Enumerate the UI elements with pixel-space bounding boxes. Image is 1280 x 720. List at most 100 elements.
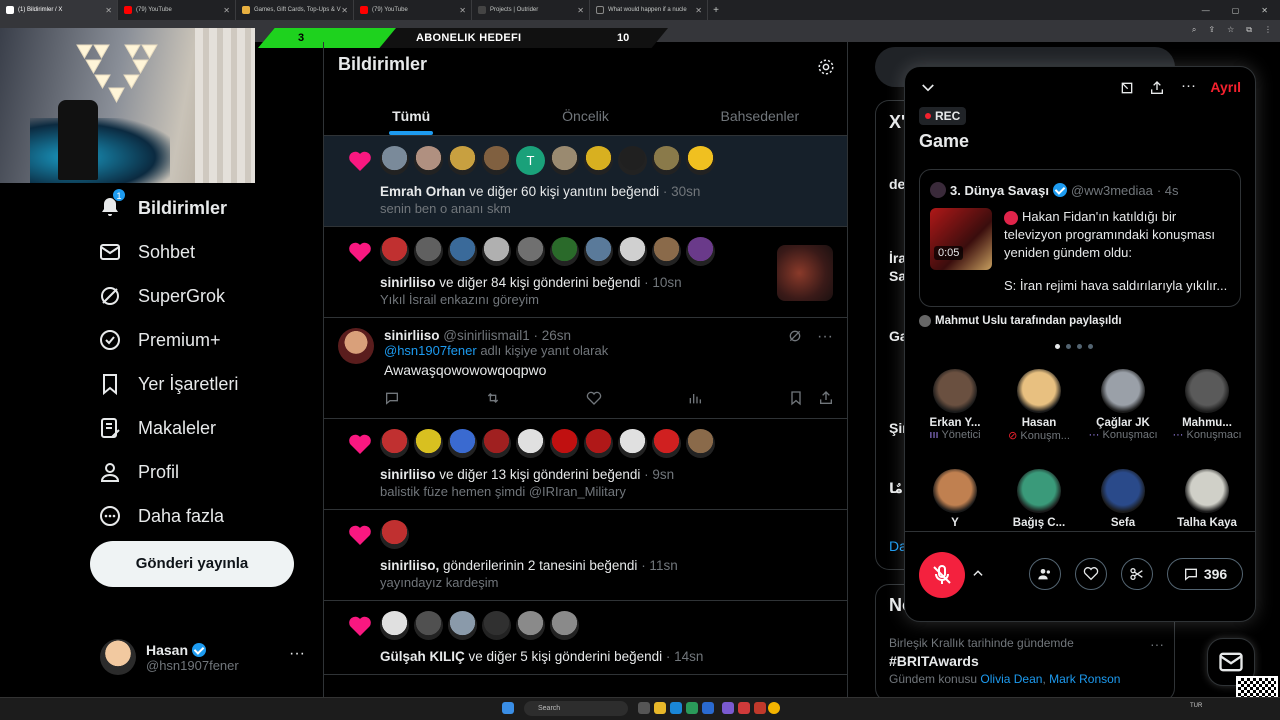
liker-avatar[interactable] [482, 611, 511, 640]
chrome-icon[interactable] [768, 702, 780, 714]
liker-avatar[interactable] [618, 237, 647, 266]
tab-mentions[interactable]: Bahsedenler [673, 96, 847, 135]
react-button[interactable] [1075, 558, 1107, 590]
notification-item[interactable]: sinirliiso, gönderilerinin 2 tanesini be… [324, 510, 847, 601]
retweet-icon[interactable] [485, 390, 501, 406]
nav-item-premium[interactable]: Premium+ [98, 318, 318, 362]
mail-app-icon[interactable] [702, 702, 714, 714]
liker-avatar[interactable] [584, 429, 613, 458]
notification-item[interactable]: sinirliiso ve diğer 84 kişi gönderini be… [324, 227, 847, 318]
liker-avatar[interactable] [448, 237, 477, 266]
browser-tab[interactable]: (79) YouTube ✕ [354, 0, 472, 20]
nav-item-articles[interactable]: Makaleler [98, 406, 318, 450]
liker-avatar[interactable] [448, 429, 477, 458]
liker-avatar[interactable] [414, 611, 443, 640]
tab-priority[interactable]: Öncelik [498, 96, 672, 135]
speaker[interactable]: Hasan ⊘ Konuşm... [997, 365, 1081, 459]
more-options-icon[interactable]: ··· [289, 645, 305, 663]
share-icon[interactable]: ⇪ [1208, 25, 1215, 35]
nav-item-notifications[interactable]: Bildirimler [98, 186, 318, 230]
liker-avatar[interactable] [380, 146, 409, 175]
new-tab-button[interactable]: + [708, 5, 724, 16]
nav-item-chat[interactable]: Sohbet [98, 230, 318, 274]
share-icon[interactable] [1149, 80, 1165, 96]
liker-avatar[interactable]: T [516, 146, 545, 175]
edge-icon[interactable] [670, 702, 682, 714]
nav-item-more[interactable]: Daha fazla [98, 494, 318, 538]
maximize-icon[interactable]: ▢ [1232, 6, 1240, 15]
liker-avatar[interactable] [414, 237, 443, 266]
avatar[interactable] [338, 328, 374, 364]
store-icon[interactable] [686, 702, 698, 714]
close-icon[interactable]: ✕ [223, 6, 230, 15]
trend-hashtag[interactable]: #BRITAwards [889, 653, 979, 669]
liker-avatar[interactable] [448, 146, 477, 175]
liker-avatar[interactable] [482, 237, 511, 266]
notification-item[interactable]: sinirliiso ve diğer 13 kişi gönderini be… [324, 419, 847, 510]
liker-avatar[interactable] [686, 429, 715, 458]
clip-button[interactable] [1121, 558, 1153, 590]
extensions-icon[interactable]: ⧉ [1246, 25, 1252, 35]
liker-avatar[interactable] [652, 237, 681, 266]
dot[interactable] [1066, 344, 1071, 349]
reply-icon[interactable] [384, 390, 400, 406]
video-thumbnail[interactable] [930, 208, 992, 270]
comments-button[interactable]: 396 [1167, 558, 1243, 590]
mention-link[interactable]: @hsn1907fener [384, 343, 477, 358]
liker-avatar[interactable] [380, 520, 409, 549]
liker-avatar[interactable] [380, 429, 409, 458]
trend-link[interactable]: Mark Ronson [1049, 672, 1120, 686]
browser-tab[interactable]: (79) YouTube ✕ [118, 0, 236, 20]
more-options-icon[interactable]: ··· [1150, 636, 1164, 652]
dock-icon[interactable] [1119, 80, 1135, 96]
liker-avatar[interactable] [686, 237, 715, 266]
minimize-icon[interactable]: — [1202, 6, 1210, 15]
speaker[interactable]: Çağlar JK ··· Konuşmacı [1081, 365, 1165, 459]
liker-avatar[interactable] [652, 429, 681, 458]
chevron-down-icon[interactable] [919, 79, 937, 97]
liker-avatar[interactable] [618, 429, 647, 458]
post-thumbnail[interactable] [777, 245, 833, 301]
notification-item[interactable]: T Emrah Orhan ve diğer 60 kişi yanıtını … [324, 136, 847, 227]
star-icon[interactable]: ☆ [1227, 25, 1234, 35]
liker-avatar[interactable] [618, 146, 647, 175]
liker-avatar[interactable] [550, 611, 579, 640]
grok-icon[interactable] [787, 328, 803, 344]
liker-avatar[interactable] [584, 146, 613, 175]
liker-avatar[interactable] [550, 146, 579, 175]
liker-avatar[interactable] [686, 146, 715, 175]
speaker[interactable]: Erkan Y... ııı Yönetici [913, 365, 997, 459]
close-icon[interactable]: ✕ [459, 6, 466, 15]
trend-link[interactable]: Olivia Dean [980, 672, 1042, 686]
notification-item[interactable]: Gülşah KILIÇ ve diğer 5 kişi gönderini b… [324, 601, 847, 675]
like-icon[interactable] [586, 390, 602, 406]
close-icon[interactable]: ✕ [105, 6, 112, 15]
speaker[interactable]: Mahmu... ··· Konuşmacı [1165, 365, 1249, 459]
chevron-up-icon[interactable] [971, 566, 985, 580]
bookmark-icon[interactable] [788, 390, 804, 406]
views-icon[interactable] [687, 390, 703, 406]
browser-tab[interactable]: What would happen if a nucle ✕ [590, 0, 708, 20]
close-icon[interactable]: ✕ [341, 6, 348, 15]
dot[interactable] [1077, 344, 1082, 349]
post-button[interactable]: Gönderi yayınla [90, 541, 294, 587]
liker-avatar[interactable] [550, 429, 579, 458]
liker-avatar[interactable] [516, 429, 545, 458]
liker-avatar[interactable] [414, 429, 443, 458]
language-indicator[interactable]: TUR [1190, 703, 1202, 709]
nav-item-bookmarks[interactable]: Yer İşaretleri [98, 362, 318, 406]
app-icon[interactable] [754, 702, 766, 714]
file-explorer-icon[interactable] [654, 702, 666, 714]
discord-icon[interactable] [722, 702, 734, 714]
tab-all[interactable]: Tümü [324, 96, 498, 135]
menu-icon[interactable]: ⋮ [1264, 25, 1272, 35]
obs-icon[interactable] [738, 702, 750, 714]
browser-tab[interactable]: Projects | Outrider ✕ [472, 0, 590, 20]
liker-avatar[interactable] [380, 237, 409, 266]
liker-avatar[interactable] [482, 146, 511, 175]
share-icon[interactable] [818, 390, 834, 406]
nav-item-profile[interactable]: Profil [98, 450, 318, 494]
close-window-icon[interactable]: ✕ [1261, 6, 1268, 15]
liker-avatar[interactable] [584, 237, 613, 266]
reply-tweet[interactable]: sinirliiso @sinirliismail1 · 26sn @hsn19… [324, 318, 847, 419]
